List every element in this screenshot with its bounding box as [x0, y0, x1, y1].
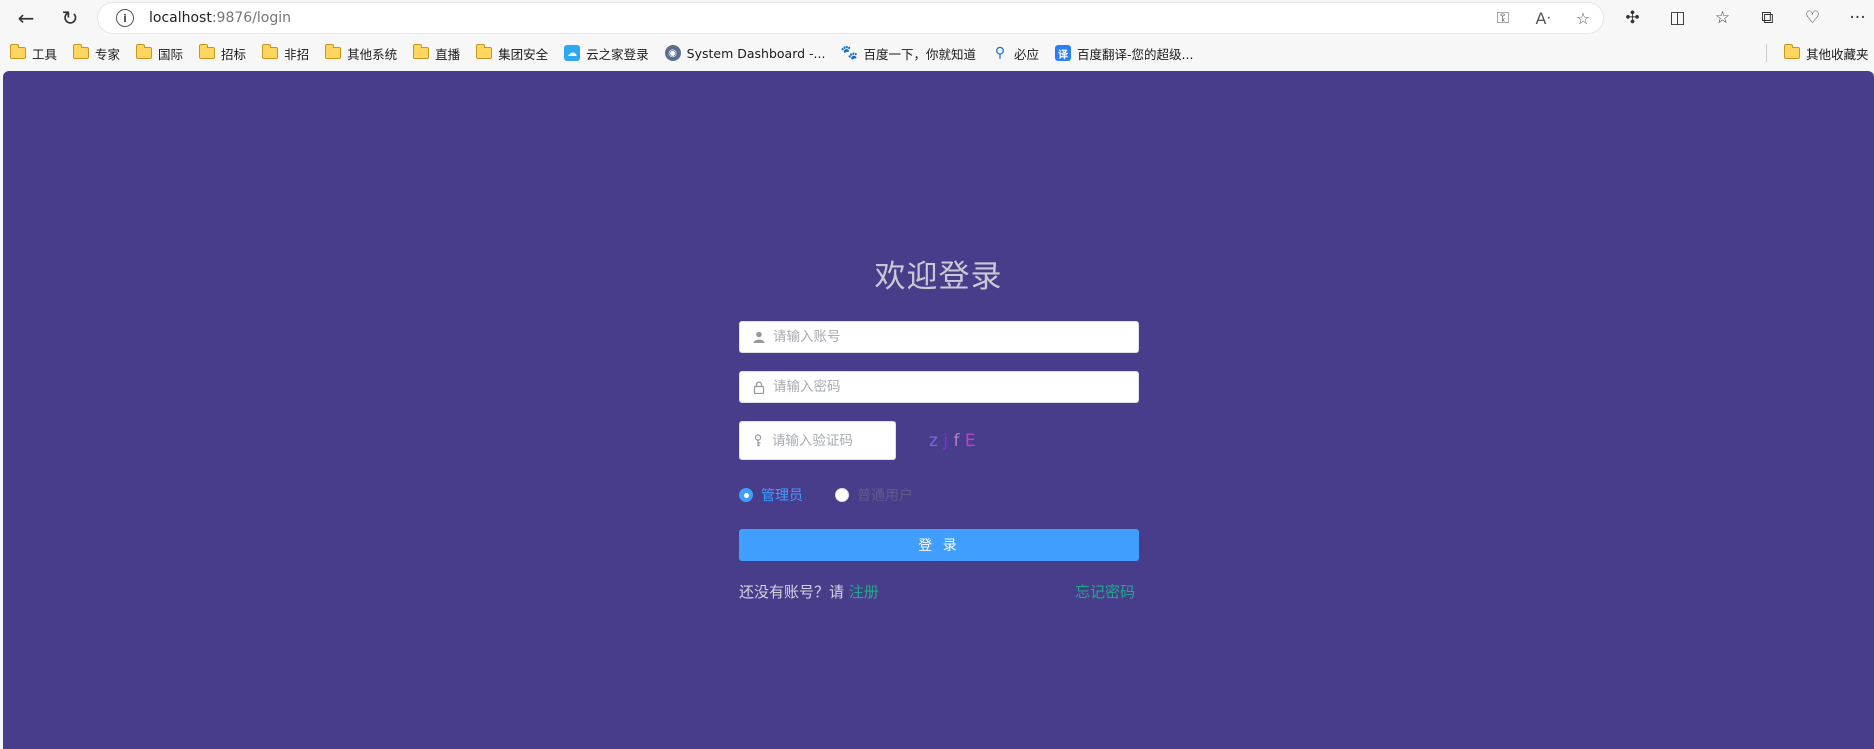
bookmark-folder-experts[interactable]: 专家	[67, 40, 126, 66]
url-text[interactable]: localhost:9876/login	[149, 10, 291, 26]
folder-icon	[324, 44, 342, 59]
password-field[interactable]	[739, 371, 1139, 403]
lock-icon	[751, 380, 767, 394]
captcha-char: j	[943, 431, 949, 451]
folder-icon	[9, 44, 26, 59]
bookmark-folder-tools[interactable]: 工具	[4, 40, 63, 66]
login-button[interactable]: 登 录	[739, 529, 1139, 561]
bookmark-baidu[interactable]: 🐾 百度一下，你就知道	[835, 40, 982, 66]
bookmark-folder-live[interactable]: 直播	[407, 40, 466, 66]
radio-user-label[interactable]: 普通用户	[857, 485, 913, 505]
key-icon	[751, 434, 766, 447]
favorite-star-icon[interactable]: ☆	[1563, 3, 1603, 33]
folder-icon	[261, 44, 279, 59]
folder-icon	[412, 44, 430, 59]
bookmark-bing[interactable]: ⚲ 必应	[986, 40, 1045, 66]
register-prompt: 还没有账号？请 注册	[739, 581, 879, 602]
user-icon	[751, 331, 767, 343]
folder-icon	[475, 44, 493, 59]
captcha-char: f	[953, 431, 960, 451]
favorites-icon[interactable]: ☆	[1700, 0, 1745, 36]
bookmark-folder-bidding[interactable]: 招标	[193, 40, 252, 66]
bookmark-baidu-translate[interactable]: 译百度翻译-您的超级...	[1049, 40, 1199, 66]
bookmarks-bar: 工具 专家 国际 招标 非招 其他系统 直播 集团安全 ☁ 云之家登录 ◉ Syst…	[0, 36, 1874, 70]
folder-icon	[72, 44, 90, 59]
forgot-password-link[interactable]: 忘记密码	[1075, 583, 1135, 601]
password-input[interactable]	[773, 379, 1112, 395]
bookmark-folder-international[interactable]: 国际	[130, 40, 189, 66]
radio-unchecked-icon[interactable]	[835, 488, 849, 502]
bookmark-folder-other-systems[interactable]: 其他系统	[319, 40, 403, 66]
split-screen-icon[interactable]: ◫	[1655, 0, 1700, 36]
browser-essentials-icon[interactable]: ♡	[1790, 0, 1835, 36]
account-input[interactable]	[773, 329, 1112, 345]
baidu-paw-icon: 🐾	[840, 45, 859, 61]
translate-icon: 译	[1054, 45, 1071, 61]
forgot-password-area: 忘记密码	[1075, 581, 1135, 602]
site-info-icon[interactable]: i	[116, 9, 134, 27]
captcha-field[interactable]	[739, 421, 896, 460]
folder-icon	[1783, 44, 1800, 59]
radio-admin-label[interactable]: 管理员	[761, 485, 803, 505]
more-menu-icon[interactable]: ···	[1835, 0, 1874, 36]
captcha-image[interactable]: z j f E	[929, 431, 976, 451]
cloud-icon: ☁	[564, 45, 581, 61]
radio-user[interactable]: 普通用户	[835, 485, 913, 505]
search-icon: ⚲	[994, 45, 1006, 61]
bookmark-folder-non-bidding[interactable]: 非招	[256, 40, 315, 66]
folder-icon	[135, 44, 153, 59]
role-radio-group: 管理员 普通用户	[739, 485, 945, 505]
bookmark-system-dashboard[interactable]: ◉ System Dashboard -...	[659, 40, 832, 66]
captcha-input[interactable]	[771, 432, 895, 449]
register-link[interactable]: 注册	[849, 583, 879, 601]
address-bar[interactable]: i localhost:9876/login ⚿ Aᐧ ☆	[98, 3, 1603, 33]
bookmark-folder-other-favorites[interactable]: 其他收藏夹	[1778, 40, 1874, 66]
browser-toolbar: ← ↻ i localhost:9876/login ⚿ Aᐧ ☆ ✣ ◫ ☆ …	[0, 0, 1874, 36]
radio-admin[interactable]: 管理员	[739, 485, 803, 505]
captcha-char: E	[964, 431, 976, 451]
account-field[interactable]	[739, 321, 1139, 353]
page-title: 欢迎登录	[874, 259, 1003, 295]
read-aloud-icon[interactable]: Aᐧ	[1523, 3, 1563, 33]
extensions-icon[interactable]: ✣	[1610, 0, 1655, 36]
folder-icon	[198, 44, 216, 59]
login-page: 欢迎登录 z j f E 管理员 普通用户 登 录	[3, 71, 1874, 749]
dashboard-icon: ◉	[664, 45, 681, 61]
collections-icon[interactable]: ⧉	[1745, 0, 1790, 36]
refresh-icon[interactable]: ↻	[52, 0, 88, 36]
radio-checked-icon[interactable]	[739, 488, 753, 502]
captcha-char: z	[929, 431, 938, 451]
password-key-icon[interactable]: ⚿	[1483, 3, 1523, 33]
bookmarks-divider	[1766, 44, 1767, 62]
register-prompt-text: 还没有账号？请	[739, 583, 849, 601]
bookmark-folder-group-security[interactable]: 集团安全	[470, 40, 554, 66]
bookmark-yunzhijia[interactable]: ☁ 云之家登录	[558, 40, 655, 66]
back-icon[interactable]: ←	[8, 0, 44, 36]
